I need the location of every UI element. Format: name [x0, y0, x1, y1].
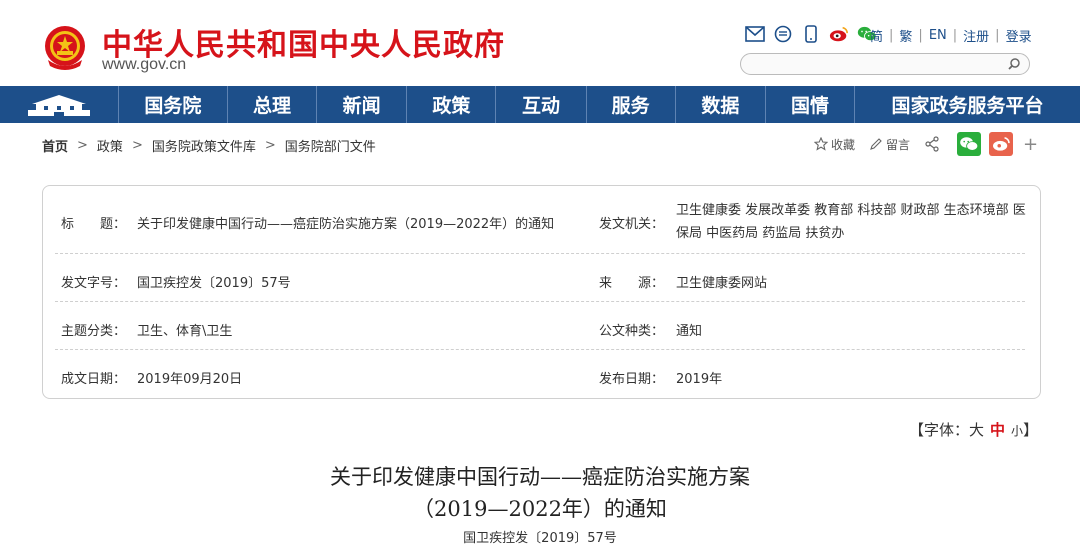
breadcrumb: 首页 > 政策 > 国务院政策文件库 > 国务院部门文件	[42, 136, 376, 155]
lang-traditional[interactable]: 繁	[899, 26, 912, 45]
pen-icon	[870, 138, 882, 150]
nav-item-state-council[interactable]: 国务院	[119, 86, 228, 123]
nav-item-services[interactable]: 服务	[587, 86, 676, 123]
share-weibo-button[interactable]	[989, 132, 1014, 156]
site-header: 中华人民共和国中央人民政府 www.gov.cn 简 | 繁 | EN | 注册…	[0, 0, 1080, 86]
doctype-value: 通知	[676, 324, 703, 339]
source-label: 来 源：	[599, 276, 665, 291]
site-url[interactable]: www.gov.cn	[102, 56, 186, 74]
nav-item-policy[interactable]: 政策	[407, 86, 497, 123]
lang-english[interactable]: EN	[929, 28, 947, 43]
nav-item-interaction[interactable]: 互动	[496, 86, 587, 123]
written-date-label: 成文日期：	[61, 372, 127, 387]
font-size-control: 【字体：大中小】	[909, 419, 1038, 440]
mobile-icon[interactable]	[801, 24, 821, 44]
breadcrumb-policy-library[interactable]: 国务院政策文件库	[152, 136, 256, 155]
separator: |	[995, 28, 1000, 43]
national-emblem-icon	[45, 26, 85, 70]
tiananmen-icon	[27, 94, 90, 116]
chevron-right-icon: >	[131, 138, 143, 153]
article-title-line-2: （2019—2022年）的通知	[413, 497, 667, 521]
comment-label: 留言	[886, 137, 911, 152]
written-date-value: 2019年09月20日	[137, 372, 243, 387]
top-icon-bar	[745, 24, 877, 44]
separator: |	[889, 28, 894, 43]
info-row-1: 标 题： 关于印发健康中国行动——癌症防治实施方案（2019—2022年）的通知…	[55, 186, 1026, 254]
publish-date-label: 发布日期：	[599, 372, 665, 387]
font-size-large[interactable]: 大	[969, 421, 984, 439]
chevron-right-icon: >	[264, 138, 276, 153]
share-bar: 收藏 留言 +	[814, 132, 1038, 156]
favorite-button[interactable]: 收藏	[814, 136, 855, 153]
separator: |	[952, 28, 958, 43]
language-links: 简 | 繁 | EN | 注册 | 登录	[870, 26, 1032, 45]
weibo-icon[interactable]	[829, 24, 849, 44]
separator: |	[918, 28, 923, 43]
wechat-icon	[960, 137, 979, 151]
doctype-label: 公文种类：	[599, 324, 665, 339]
search-box	[740, 53, 1030, 75]
share-wechat-button[interactable]	[957, 132, 982, 156]
info-row-4: 成文日期： 2019年09月20日 发布日期： 2019年	[55, 350, 1025, 398]
register-link[interactable]: 注册	[963, 26, 989, 45]
issuer-label: 发文机关：	[599, 217, 665, 232]
chevron-right-icon: >	[77, 138, 88, 153]
breadcrumb-home[interactable]: 首页	[42, 136, 68, 155]
topic-value: 卫生、体育\卫生	[137, 324, 233, 339]
info-row-3: 主题分类： 卫生、体育\卫生 公文种类： 通知	[55, 302, 1025, 350]
nav-item-premier[interactable]: 总理	[228, 86, 318, 123]
issuer-value: 卫生健康委 发展改革委 教育部 科技部 财政部 生态环境部 医保局 中医药局 药…	[676, 203, 1026, 241]
favorite-label: 收藏	[831, 137, 856, 152]
comment-button[interactable]: 留言	[869, 136, 910, 153]
font-size-prefix: 【字体：	[909, 421, 970, 439]
topic-label: 主题分类：	[61, 324, 127, 339]
mail-icon[interactable]	[745, 24, 765, 44]
nav-item-national-info[interactable]: 国情	[766, 86, 856, 123]
message-icon[interactable]	[773, 24, 793, 44]
star-icon	[814, 137, 828, 151]
source-value: 卫生健康委网站	[676, 276, 768, 291]
share-icon	[925, 136, 939, 152]
search-icon[interactable]	[1007, 57, 1021, 71]
breadcrumb-policy[interactable]: 政策	[97, 136, 123, 155]
title-label: 标 题：	[61, 217, 127, 232]
font-size-suffix: 】	[1023, 421, 1039, 439]
nav-item-news[interactable]: 新闻	[317, 86, 408, 123]
font-size-small[interactable]: 小	[1011, 424, 1023, 438]
document-info-box: 标 题： 关于印发健康中国行动——癌症防治实施方案（2019—2022年）的通知…	[42, 185, 1041, 399]
publish-date-value: 2019年	[676, 372, 723, 387]
font-size-medium[interactable]: 中	[990, 421, 1005, 439]
share-button[interactable]	[924, 136, 943, 152]
nav-home[interactable]	[0, 86, 119, 123]
main-nav: 国务院 总理 新闻 政策 互动 服务 数据 国情 国家政务服务平台	[0, 86, 1080, 123]
more-plus-icon[interactable]: +	[1023, 134, 1038, 155]
docno-value: 国卫疾控发〔2019〕57号	[137, 276, 291, 291]
login-link[interactable]: 登录	[1006, 26, 1032, 45]
docno-label: 发文字号：	[61, 276, 127, 291]
nav-item-gov-service-platform[interactable]: 国家政务服务平台	[855, 86, 1080, 123]
info-row-2: 发文字号： 国卫疾控发〔2019〕57号 来 源： 卫生健康委网站	[55, 254, 1025, 302]
breadcrumb-department-docs[interactable]: 国务院部门文件	[285, 136, 376, 155]
lang-simplified[interactable]: 简	[870, 26, 883, 45]
search-input[interactable]	[753, 56, 1003, 72]
article-doc-number: 国卫疾控发〔2019〕57号	[463, 531, 617, 546]
title-value: 关于印发健康中国行动——癌症防治实施方案（2019—2022年）的通知	[137, 217, 555, 232]
weibo-icon	[993, 136, 1010, 151]
article-title-line-1: 关于印发健康中国行动——癌症防治实施方案	[330, 465, 750, 489]
nav-item-data[interactable]: 数据	[676, 86, 766, 123]
